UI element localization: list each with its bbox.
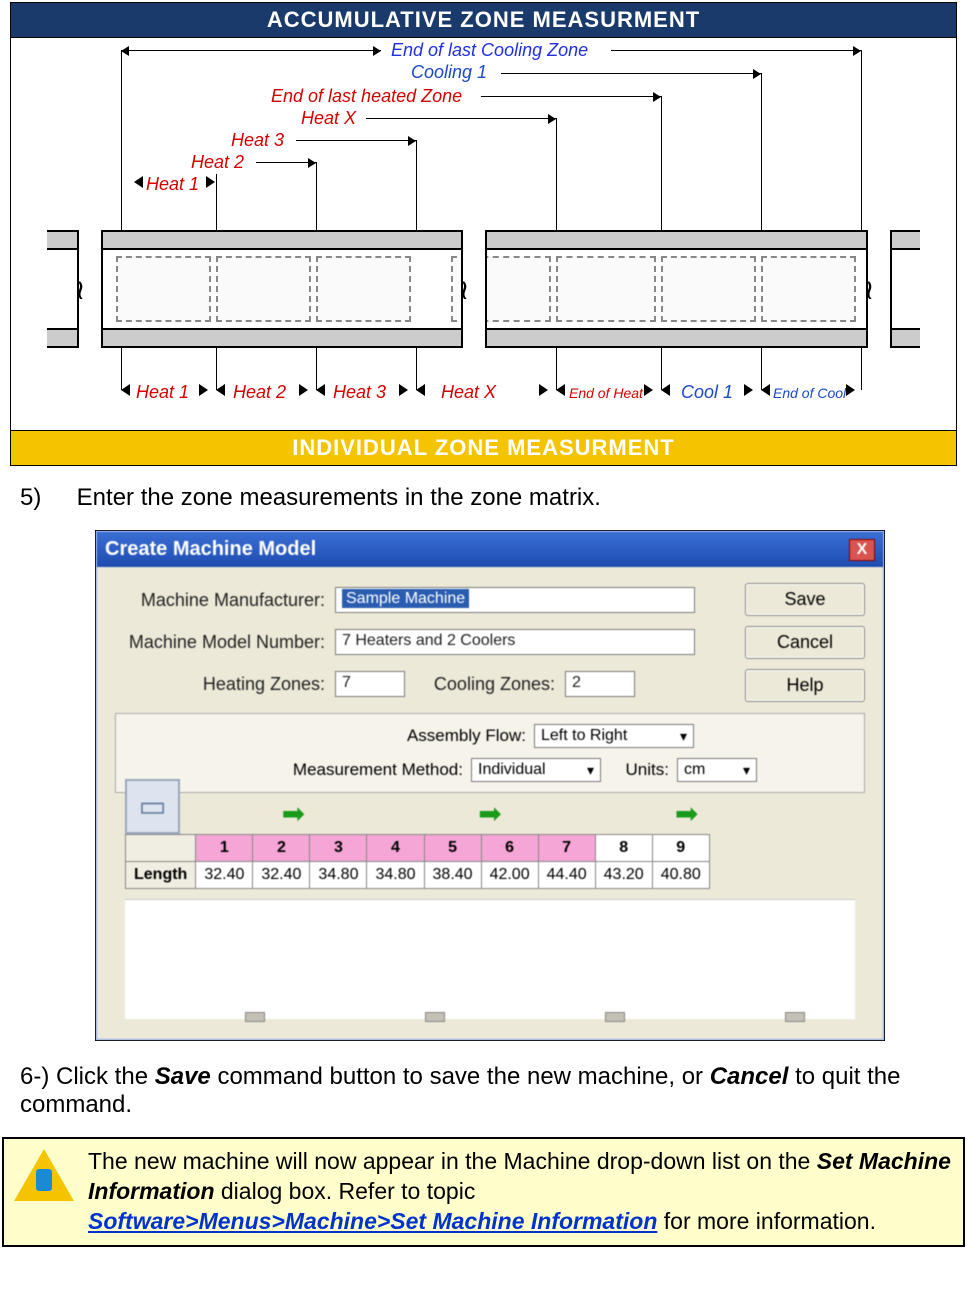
cancel-button[interactable]: Cancel	[745, 626, 865, 659]
vline	[316, 162, 317, 230]
units-label: Units:	[609, 760, 669, 780]
zigzag-icon: ≀	[75, 273, 86, 306]
length-cell[interactable]: 40.80	[652, 862, 709, 889]
cooling-input[interactable]: 2	[565, 671, 635, 697]
save-button[interactable]: Save	[745, 583, 865, 616]
length-cell[interactable]: 44.40	[538, 862, 595, 889]
vline	[416, 140, 417, 230]
step-5-text: Enter the zone measurements in the zone …	[77, 484, 601, 511]
dialog-title: Create Machine Model	[105, 538, 316, 561]
length-cell[interactable]: 38.40	[424, 862, 481, 889]
arrow	[121, 50, 381, 51]
bottom-label-heat2: Heat 2	[233, 382, 286, 403]
zone-matrix-table[interactable]: 1 2 3 4 5 6 7 8 9 Length 32.40 32.40 34.…	[125, 834, 710, 889]
length-cell[interactable]: 32.40	[196, 862, 253, 889]
arrow	[481, 96, 661, 97]
label-end-heat: End of last heated Zone	[271, 86, 462, 107]
method-select[interactable]: Individual	[471, 758, 601, 782]
diagram-banner-top: ACCUMULATIVE ZONE MEASURMENT	[11, 3, 956, 38]
zigzag-icon: ≀	[864, 273, 875, 306]
manufacturer-label: Machine Manufacturer:	[115, 590, 325, 611]
zone-box	[661, 256, 756, 322]
step-6: 6-) Click the Save command button to sav…	[20, 1063, 947, 1119]
units-select[interactable]: cm	[677, 758, 757, 782]
vline	[216, 174, 217, 230]
green-arrow-row: ➡ ➡ ➡	[195, 797, 785, 830]
info-icon	[14, 1147, 74, 1207]
arrow	[296, 140, 416, 141]
dialog-screenshot: Create Machine Model X Save Cancel Help …	[95, 530, 885, 1041]
zone-box	[761, 256, 856, 322]
note-text: The new machine will now appear in the M…	[88, 1147, 953, 1237]
arrow	[366, 118, 556, 119]
manufacturer-input[interactable]: Sample Machine	[335, 587, 695, 613]
flow-label: Assembly Flow:	[286, 726, 526, 746]
tri	[134, 176, 143, 188]
help-button[interactable]: Help	[745, 669, 865, 702]
arrow	[611, 50, 861, 51]
label-heat2: Heat 2	[191, 152, 244, 173]
flow-select[interactable]: Left to Right	[534, 724, 694, 748]
subpanel: Assembly Flow: Left to Right Measurement…	[115, 713, 865, 793]
label-end-cool: End of last Cooling Zone	[391, 40, 588, 61]
step-5: 5) Enter the zone measurements in the zo…	[20, 484, 947, 512]
arrow-right-icon: ➡	[478, 797, 501, 830]
zone-box	[556, 256, 656, 322]
note-link[interactable]: Software>Menus>Machine>Set Machine Infor…	[88, 1208, 657, 1234]
vline	[861, 348, 862, 390]
model-label: Machine Model Number:	[115, 632, 325, 653]
info-note: The new machine will now appear in the M…	[2, 1137, 965, 1247]
step-5-number: 5)	[20, 484, 70, 512]
bottom-label-cool1: Cool 1	[681, 382, 733, 403]
machine-icon: ▭	[125, 779, 180, 834]
length-row-label: Length	[126, 862, 196, 889]
vline	[861, 50, 862, 230]
zone-measurement-diagram: ACCUMULATIVE ZONE MEASURMENT End of last…	[10, 2, 957, 466]
vline	[761, 73, 762, 230]
length-cell[interactable]: 34.80	[310, 862, 367, 889]
label-cooling1: Cooling 1	[411, 62, 487, 83]
arrow	[256, 162, 316, 163]
step-6-number: 6-)	[20, 1063, 49, 1090]
bottom-label-heat1: Heat 1	[136, 382, 189, 403]
vline	[556, 118, 557, 230]
length-cell[interactable]: 43.20	[595, 862, 652, 889]
cooling-label: Cooling Zones:	[405, 674, 555, 695]
diagram-body: End of last Cooling Zone Cooling 1 End o…	[11, 38, 956, 430]
model-input[interactable]: 7 Heaters and 2 Coolers	[335, 629, 695, 655]
vline	[661, 96, 662, 230]
tri	[206, 176, 215, 188]
bottom-label-heat3: Heat 3	[333, 382, 386, 403]
arrow-right-icon: ➡	[282, 797, 305, 830]
label-heat3: Heat 3	[231, 130, 284, 151]
label-heatx: Heat X	[301, 108, 356, 129]
close-button[interactable]: X	[849, 539, 875, 561]
bottom-label-end-heat: End of Heat	[569, 385, 643, 401]
heating-input[interactable]: 7	[335, 671, 405, 697]
arrow-right-icon: ➡	[675, 797, 698, 830]
dialog-titlebar: Create Machine Model X	[97, 532, 883, 567]
blank-area	[125, 899, 855, 1019]
method-label: Measurement Method:	[223, 760, 463, 780]
zigzag-icon: ≀	[459, 273, 470, 306]
zone-box	[116, 256, 211, 322]
bottom-label-heatx: Heat X	[441, 382, 496, 403]
length-cell[interactable]: 34.80	[367, 862, 424, 889]
length-cell[interactable]: 32.40	[253, 862, 310, 889]
save-word: Save	[155, 1063, 211, 1090]
vline	[121, 50, 122, 230]
zone-box	[316, 256, 411, 322]
arrow	[501, 73, 761, 74]
bottom-label-end-cool: End of Cool	[773, 385, 846, 401]
heating-label: Heating Zones:	[155, 674, 325, 695]
length-cell[interactable]: 42.00	[481, 862, 538, 889]
diagram-banner-bottom: INDIVIDUAL ZONE MEASURMENT	[11, 430, 956, 465]
cancel-word: Cancel	[710, 1063, 789, 1090]
zone-box	[216, 256, 311, 322]
label-heat1: Heat 1	[146, 174, 199, 195]
